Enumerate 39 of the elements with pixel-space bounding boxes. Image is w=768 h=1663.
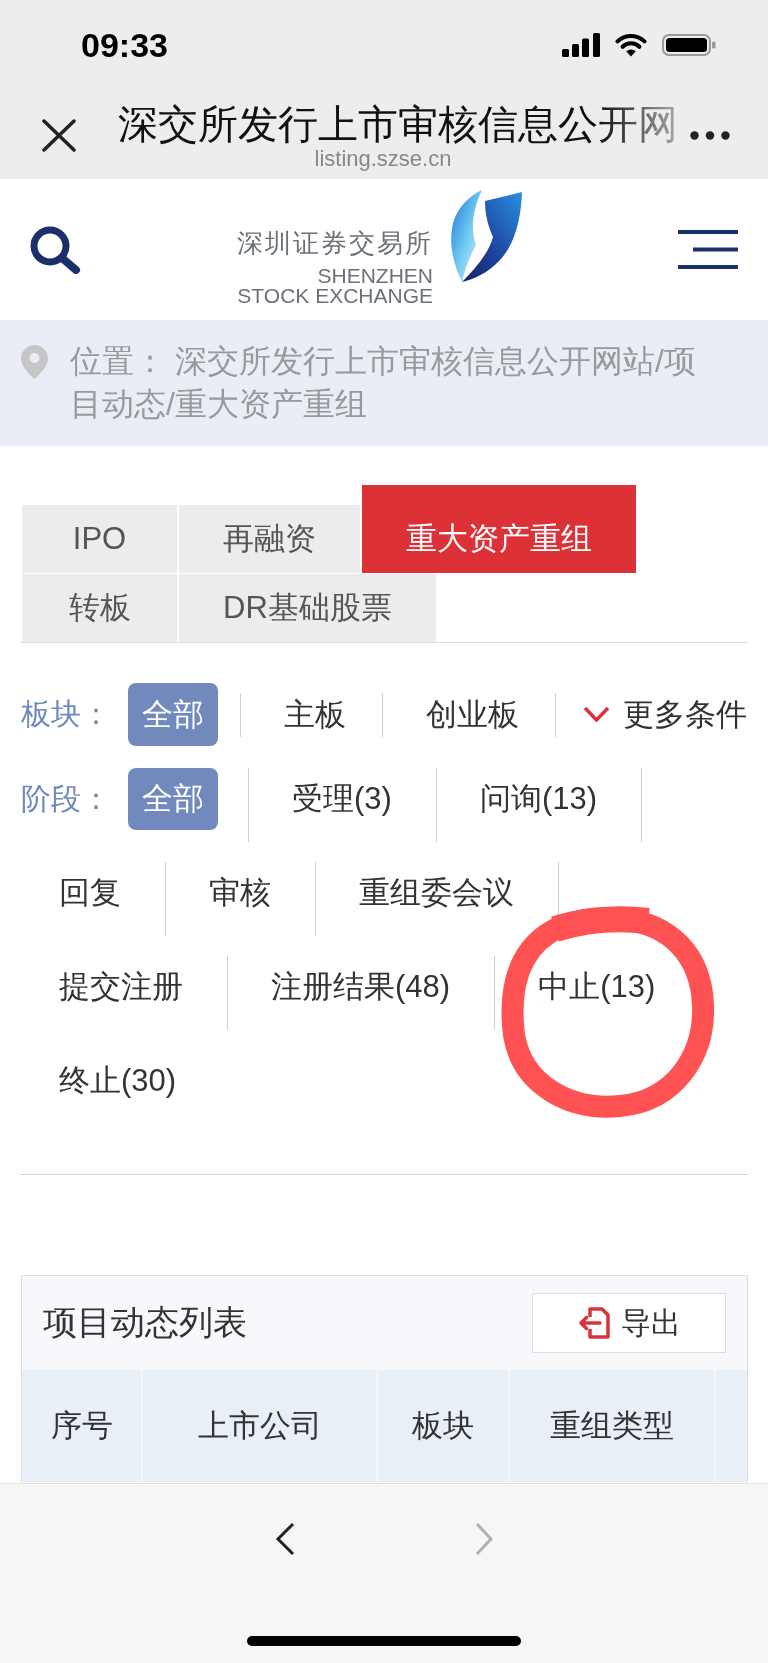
filter-label: 阶段： (21, 781, 111, 817)
more-icon[interactable] (690, 131, 730, 140)
category-tab[interactable]: IPO (22, 505, 177, 573)
filter-option[interactable]: 创业板 (412, 683, 533, 746)
export-button[interactable]: 导出 (532, 1293, 726, 1353)
filter-option[interactable]: 回复 (45, 862, 135, 924)
more-conditions-button[interactable]: 更多条件 (583, 693, 747, 736)
filter-option[interactable]: 主板 (270, 683, 360, 746)
close-icon[interactable] (42, 119, 76, 152)
filter-label: 板块： (21, 696, 111, 732)
export-icon (577, 1306, 611, 1340)
filter-option[interactable]: 注册结果(48) (257, 956, 465, 1018)
filter-option[interactable]: 受理(3) (278, 768, 406, 830)
logo-name: 深圳证券交易所 (237, 229, 433, 257)
location-pin-icon (21, 345, 48, 379)
logo-name-english: STOCK EXCHANGE (237, 286, 433, 306)
category-tab[interactable]: 转板 (22, 574, 177, 642)
chevron-down-icon (583, 706, 610, 723)
category-tab[interactable]: 再融资 (179, 505, 360, 573)
page-url: listing.szse.cn (314, 147, 452, 171)
menu-icon[interactable] (678, 230, 738, 269)
status-time: 09:33 (81, 25, 168, 65)
card-title: 项目动态列表 (43, 1302, 247, 1343)
back-icon[interactable] (275, 1522, 295, 1556)
battery-icon (662, 34, 716, 56)
filter-option[interactable]: 终止(30) (45, 1050, 191, 1112)
category-tab[interactable]: DR基础股票 (179, 574, 436, 642)
breadcrumb-text: 位置： 深交所发行上市审核信息公开网站/项目动态/重大资产重组 (70, 342, 697, 424)
search-icon[interactable] (29, 225, 81, 274)
shield-logo-icon (448, 189, 522, 283)
signal-icon (562, 33, 600, 57)
wifi-icon (615, 33, 647, 57)
logo-name-english: SHENZHEN (317, 266, 433, 286)
filter-option[interactable]: 提交注册 (45, 956, 197, 1018)
category-tab[interactable]: 重大资产重组 (362, 485, 636, 573)
filter-option[interactable]: 审核 (195, 862, 285, 924)
filter-option[interactable]: 重组委会议 (345, 862, 528, 924)
page-title: 深交所发行上市审核信息公开网 (118, 101, 678, 147)
filter-option[interactable]: 问询(13) (465, 768, 612, 830)
